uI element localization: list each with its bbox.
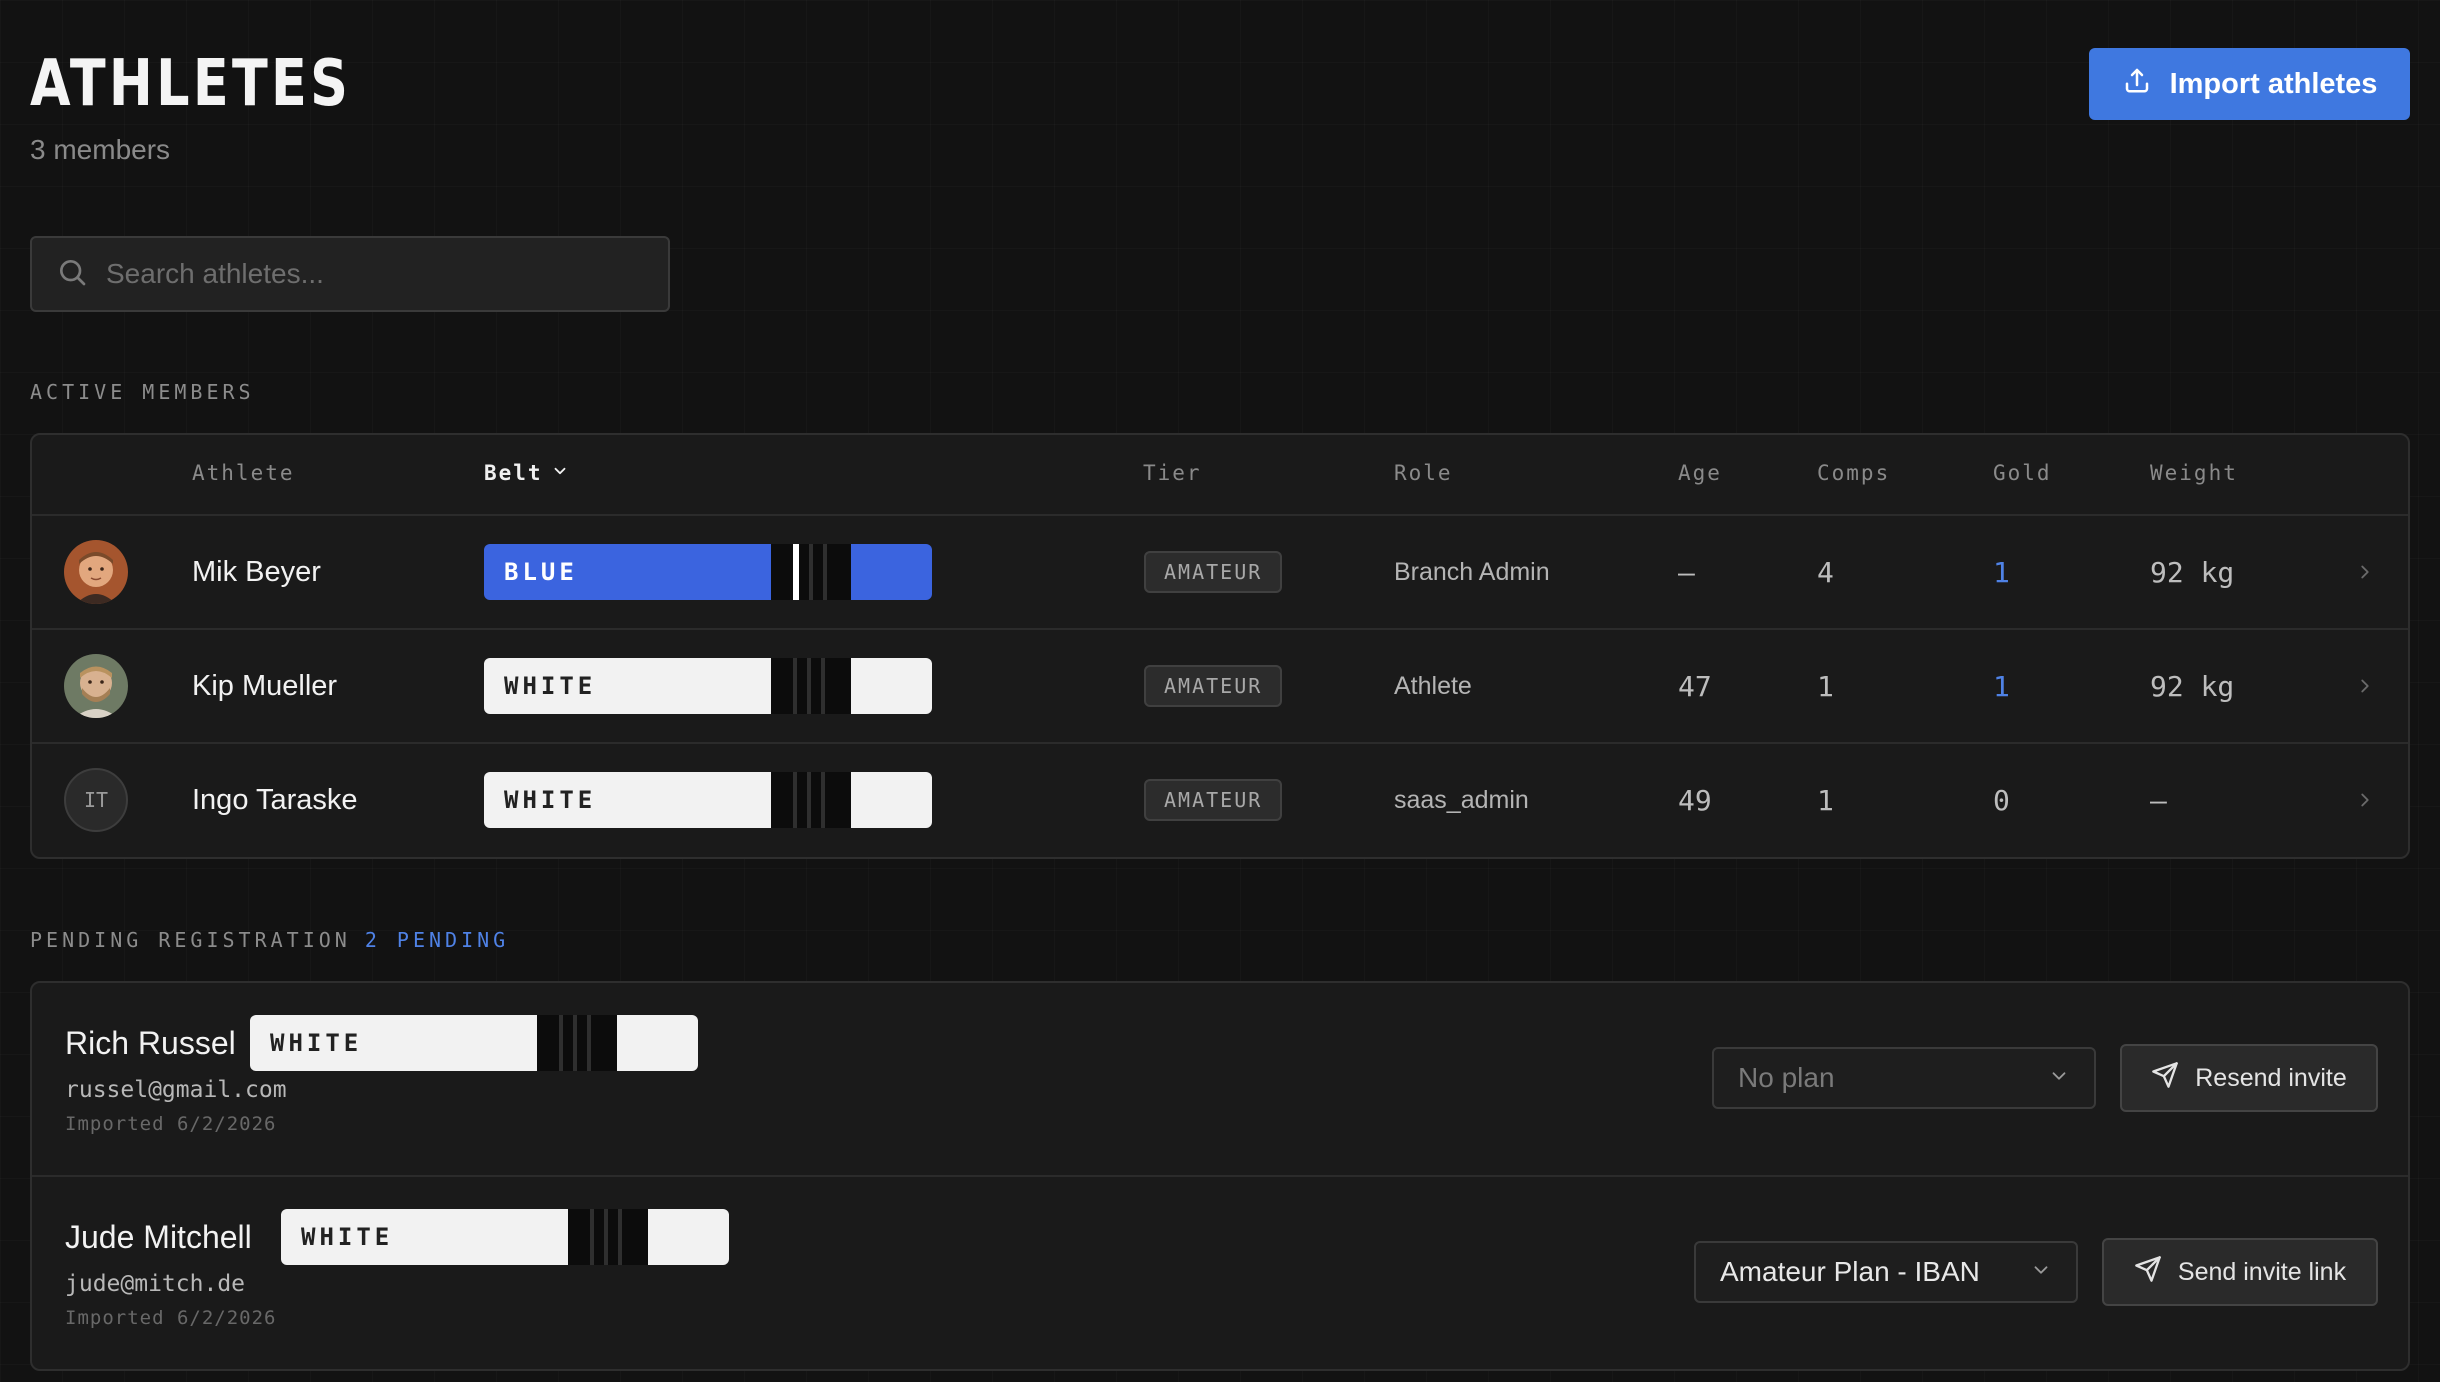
pending-list: Rich Russel WHITE russel@gmail.com Impor… bbox=[30, 981, 2410, 1371]
weight-value: 92 kg bbox=[2150, 669, 2235, 703]
upload-icon bbox=[2122, 65, 2152, 103]
plan-select-value: Amateur Plan - IBAN bbox=[1720, 1256, 1980, 1287]
column-gold[interactable]: Gold bbox=[1993, 461, 2052, 485]
belt-tip bbox=[851, 658, 932, 714]
send-invite-link-label: Send invite link bbox=[2177, 1257, 2347, 1286]
plan-select[interactable]: Amateur Plan - IBAN bbox=[1694, 1241, 2078, 1303]
role-text: Athlete bbox=[1394, 671, 1472, 700]
active-members-label: ACTIVE MEMBERS bbox=[30, 380, 255, 404]
column-belt[interactable]: Belt bbox=[484, 461, 569, 485]
table-row[interactable]: IT Ingo Taraske WHITE AMATEUR saas_admin… bbox=[32, 744, 2408, 857]
plan-select[interactable]: No plan bbox=[1712, 1047, 2096, 1109]
column-athlete[interactable]: Athlete bbox=[192, 461, 295, 485]
belt-bar bbox=[771, 772, 851, 828]
athlete-name[interactable]: Ingo Taraske bbox=[192, 744, 358, 856]
column-weight[interactable]: Weight bbox=[2150, 461, 2238, 485]
import-athletes-button[interactable]: Import athletes bbox=[2089, 48, 2410, 120]
belt-badge: WHITE bbox=[250, 1015, 698, 1071]
members-table: Athlete Belt Tier Role Age Comps Gold We… bbox=[30, 433, 2410, 859]
weight-value: — bbox=[2150, 783, 2167, 817]
comps-value: 4 bbox=[1817, 555, 1834, 589]
belt-tip bbox=[648, 1209, 729, 1265]
search-box bbox=[30, 236, 670, 312]
chevron-right-icon[interactable] bbox=[2354, 630, 2376, 742]
belt-tip bbox=[617, 1015, 698, 1071]
pending-email: jude@mitch.de bbox=[65, 1271, 246, 1297]
list-item: Jude Mitchell WHITE jude@mitch.de Import… bbox=[32, 1177, 2408, 1369]
column-role[interactable]: Role bbox=[1394, 461, 1453, 485]
belt-bar bbox=[568, 1209, 648, 1265]
search-input[interactable] bbox=[106, 258, 646, 290]
list-item: Rich Russel WHITE russel@gmail.com Impor… bbox=[32, 983, 2408, 1177]
chevron-down-icon bbox=[2048, 1062, 2070, 1094]
plan-select-value: No plan bbox=[1738, 1062, 1835, 1093]
tier-badge: AMATEUR bbox=[1144, 779, 1283, 821]
pending-email: russel@gmail.com bbox=[65, 1077, 287, 1103]
import-athletes-label: Import athletes bbox=[2169, 67, 2378, 100]
pending-registration-label: PENDING REGISTRATION 2 PENDING bbox=[30, 928, 509, 952]
athlete-name[interactable]: Mik Beyer bbox=[192, 516, 321, 628]
athlete-name[interactable]: Kip Mueller bbox=[192, 630, 337, 742]
column-age[interactable]: Age bbox=[1678, 461, 1722, 485]
member-count: 3 members bbox=[30, 134, 171, 165]
belt-label: BLUE bbox=[484, 544, 771, 600]
gold-value: 1 bbox=[1993, 669, 2010, 703]
belt-badge: WHITE bbox=[281, 1209, 729, 1265]
table-row[interactable]: Kip Mueller WHITE AMATEUR Athlete 47 1 1… bbox=[32, 630, 2408, 744]
resend-invite-label: Resend invite bbox=[2195, 1063, 2347, 1092]
gold-value: 0 bbox=[1993, 783, 2010, 817]
gold-value: 1 bbox=[1993, 555, 2010, 589]
belt-bar bbox=[771, 544, 851, 600]
table-header: Athlete Belt Tier Role Age Comps Gold We… bbox=[32, 435, 2408, 516]
age-value: — bbox=[1678, 555, 1695, 589]
chevron-right-icon[interactable] bbox=[2354, 516, 2376, 628]
chevron-down-icon bbox=[2030, 1256, 2052, 1288]
belt-tip bbox=[851, 772, 932, 828]
send-icon bbox=[2151, 1061, 2179, 1096]
belt-bar bbox=[537, 1015, 617, 1071]
age-value: 49 bbox=[1678, 783, 1712, 817]
belt-label: WHITE bbox=[281, 1209, 568, 1265]
comps-value: 1 bbox=[1817, 783, 1834, 817]
role-text: Branch Admin bbox=[1394, 557, 1550, 586]
column-comps[interactable]: Comps bbox=[1817, 461, 1890, 485]
pending-imported-date: Imported 6/2/2026 bbox=[65, 1113, 277, 1135]
column-tier[interactable]: Tier bbox=[1143, 461, 1202, 485]
age-value: 47 bbox=[1678, 669, 1712, 703]
belt-badge: BLUE bbox=[484, 544, 932, 600]
pending-count-badge: 2 PENDING bbox=[364, 928, 510, 952]
pending-name: Rich Russel bbox=[65, 1025, 236, 1061]
belt-tip bbox=[851, 544, 932, 600]
comps-value: 1 bbox=[1817, 669, 1834, 703]
send-invite-link-button[interactable]: Send invite link bbox=[2102, 1238, 2378, 1306]
belt-label: WHITE bbox=[250, 1015, 537, 1071]
send-icon bbox=[2134, 1255, 2162, 1290]
weight-value: 92 kg bbox=[2150, 555, 2235, 589]
pending-imported-date: Imported 6/2/2026 bbox=[65, 1307, 277, 1329]
resend-invite-button[interactable]: Resend invite bbox=[2120, 1044, 2378, 1112]
belt-badge: WHITE bbox=[484, 772, 932, 828]
table-row[interactable]: Mik Beyer BLUE AMATEUR Branch Admin — 4 … bbox=[32, 516, 2408, 630]
pending-name: Jude Mitchell bbox=[65, 1219, 252, 1255]
belt-label: WHITE bbox=[484, 658, 771, 714]
column-belt-label: Belt bbox=[484, 461, 543, 485]
tier-badge: AMATEUR bbox=[1144, 665, 1283, 707]
chevron-right-icon[interactable] bbox=[2354, 744, 2376, 856]
belt-bar bbox=[771, 658, 851, 714]
tier-badge: AMATEUR bbox=[1144, 551, 1283, 593]
pending-section-title: PENDING REGISTRATION bbox=[30, 928, 351, 952]
chevron-down-icon bbox=[551, 461, 569, 485]
page-title: ATHLETES bbox=[30, 47, 352, 121]
belt-label: WHITE bbox=[484, 772, 771, 828]
role-text: saas_admin bbox=[1394, 785, 1529, 814]
search-icon bbox=[56, 256, 88, 293]
avatar bbox=[64, 654, 128, 718]
avatar: IT bbox=[64, 768, 128, 832]
avatar bbox=[64, 540, 128, 604]
belt-badge: WHITE bbox=[484, 658, 932, 714]
